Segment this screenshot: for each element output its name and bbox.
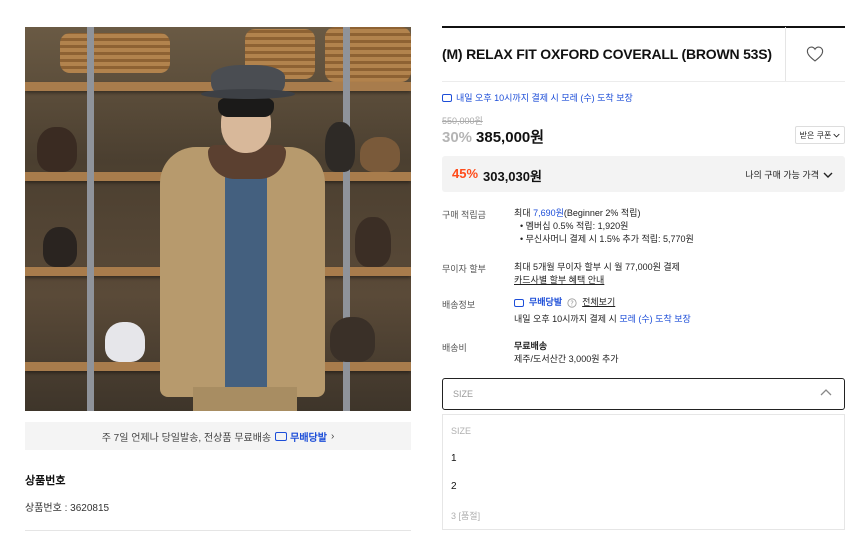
size-dropdown: SIZE 1 2 3 [품절]	[442, 414, 845, 530]
product-photo	[25, 27, 411, 411]
installment-value: 최대 5개월 무이자 할부 시 월 77,000원 결제 카드사별 할부 혜택 …	[514, 261, 680, 287]
wicker-basket	[60, 33, 170, 73]
points-amount: 7,690원	[533, 208, 564, 218]
chevron-right-icon: ›	[330, 430, 335, 442]
points-value: 최대 7,690원(Beginner 2% 적립) 멤버십 0.5% 적립: 1…	[514, 207, 694, 246]
shipping-note: 내일 오후 10시까지 결제 시	[514, 314, 620, 324]
shipping-view-all[interactable]: 전체보기	[582, 296, 615, 309]
chevron-down-icon	[823, 172, 833, 178]
points-prefix: 최대	[514, 208, 534, 218]
coupon-label: 받은 쿠폰	[799, 130, 832, 140]
svg-text:?: ?	[570, 299, 574, 307]
size-select-placeholder: SIZE	[453, 389, 474, 399]
size-option-1[interactable]: 1	[451, 453, 457, 464]
pottery	[37, 127, 77, 172]
pottery	[330, 317, 375, 362]
points-item: 멤버십 0.5% 적립: 1,920원	[520, 220, 694, 233]
my-price-rate: 45%	[452, 166, 479, 181]
truck-icon	[275, 431, 288, 441]
shipping-brand: 무배당발	[529, 297, 563, 307]
help-icon[interactable]: ?	[567, 297, 577, 308]
my-price-label: 나의 구매 가능 가격	[745, 170, 819, 180]
points-suffix: (Beginner 2% 적립)	[563, 208, 641, 218]
shipping-fee-value: 무료배송 제주/도서산간 3,000원 추가	[514, 340, 619, 366]
hat-brim	[201, 89, 295, 99]
shipping-note-highlight: 모레 (수) 도착 보장	[619, 314, 691, 324]
points-breakdown: 멤버십 0.5% 적립: 1,920원 무신사머니 결제 시 1.5% 추가 적…	[520, 220, 694, 246]
shipping-fee-note: 제주/도서산간 3,000원 추가	[514, 354, 619, 364]
promo-text: 주 7일 언제나 당일발송, 전상품 무료배송	[101, 432, 272, 444]
my-price-toggle[interactable]: 나의 구매 가능 가격	[745, 168, 833, 181]
price-row: 30% 385,000원	[442, 126, 544, 147]
points-item: 무신사머니 결제 시 1.5% 추가 적립: 5,770원	[520, 233, 694, 246]
shipping-info-label: 배송정보	[442, 300, 476, 310]
discount-rate: 30%	[442, 129, 473, 146]
pottery	[43, 227, 77, 267]
free-shipping-banner[interactable]: 주 7일 언제나 당일발송, 전상품 무료배송 무배당발 ›	[25, 422, 411, 450]
divider	[25, 530, 411, 531]
wicker-basket	[325, 27, 411, 82]
denim-shirt	[225, 157, 267, 407]
divider	[442, 81, 845, 82]
installment-text: 최대 5개월 무이자 할부 시 월 77,000원 결제	[514, 262, 680, 272]
promo-brand: 무배당발	[275, 429, 327, 444]
promo-brand-label: 무배당발	[290, 432, 327, 444]
divider	[785, 27, 786, 81]
wishlist-button[interactable]	[799, 40, 831, 68]
chevron-down-icon	[833, 133, 840, 138]
heart-icon	[806, 46, 824, 62]
product-number: 상품번호 : 3620815	[25, 503, 110, 514]
product-title: (M) RELAX FIT OXFORD COVERALL (BROWN 53S…	[442, 46, 772, 62]
installment-label: 무이자 할부	[442, 264, 486, 274]
coupon-button[interactable]: 받은 쿠폰	[795, 126, 845, 144]
pottery	[105, 322, 145, 362]
my-price-box[interactable]: 45% 303,030원 나의 구매 가능 가격	[442, 156, 845, 192]
truck-icon	[514, 298, 524, 307]
sale-price: 385,000원	[476, 129, 545, 146]
installment-link[interactable]: 카드사별 할부 혜택 안내	[514, 274, 680, 287]
size-option-header: SIZE	[451, 426, 472, 436]
my-price-amount: 303,030원	[483, 169, 542, 184]
shelf-post	[87, 27, 94, 411]
model-pants	[193, 387, 297, 411]
shipping-fee-label: 배송비	[442, 343, 467, 353]
product-number-heading: 상품번호	[25, 475, 66, 487]
points-label: 구매 적립금	[442, 210, 486, 220]
pottery	[355, 217, 391, 267]
size-option-2[interactable]: 2	[451, 481, 457, 492]
size-option-3-soldout: 3 [품절]	[451, 511, 481, 521]
pottery	[360, 137, 400, 172]
shipping-info-value: 무배당발 ? 전체보기 내일 오후 10시까지 결제 시 모레 (수) 도착 보…	[514, 296, 691, 326]
size-select[interactable]: SIZE	[442, 378, 845, 410]
truck-icon	[442, 93, 452, 102]
shipping-fee-title: 무료배송	[514, 341, 548, 351]
chevron-up-icon	[820, 389, 832, 396]
pottery	[325, 122, 355, 172]
delivery-notice-text: 내일 오후 10시까지 결제 시 모레 (수) 도착 보장	[456, 93, 633, 103]
delivery-notice: 내일 오후 10시까지 결제 시 모레 (수) 도착 보장	[442, 91, 633, 104]
